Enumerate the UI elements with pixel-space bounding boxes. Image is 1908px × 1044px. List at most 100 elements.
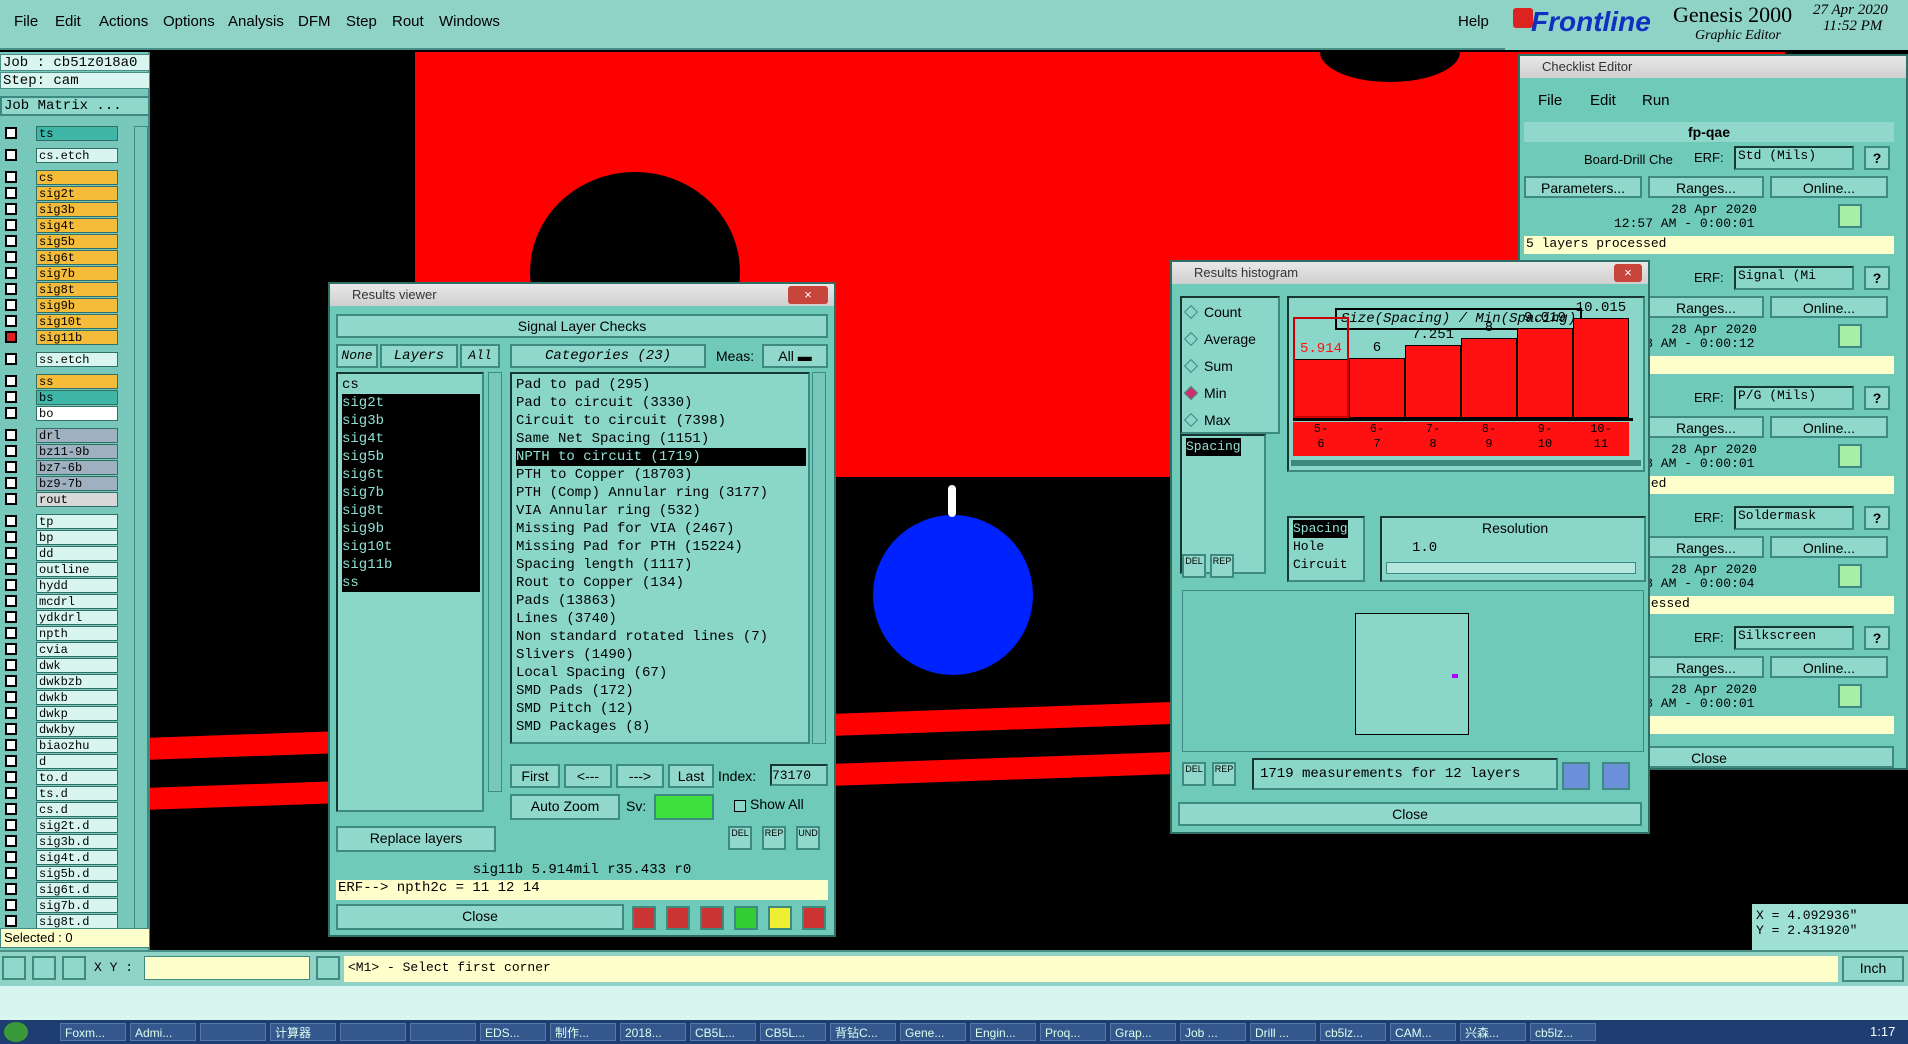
- layers-button[interactable]: Layers: [380, 344, 458, 368]
- zoom-icon[interactable]: [1838, 324, 1862, 348]
- category-item[interactable]: Missing Pad for PTH (15224): [516, 538, 743, 556]
- layer-name[interactable]: sig7b.d: [36, 898, 118, 913]
- zoom-out-icon[interactable]: [1602, 762, 1630, 790]
- layer-checkbox[interactable]: [5, 915, 17, 927]
- layer-name[interactable]: sig3b: [36, 202, 118, 217]
- results-layer-item[interactable]: sig9b: [342, 520, 480, 538]
- layer-row[interactable]: sig3b.d: [0, 834, 122, 849]
- layer-name[interactable]: npth: [36, 626, 118, 641]
- layer-row[interactable]: sig2t: [0, 186, 122, 201]
- layer-name[interactable]: cs: [36, 170, 118, 185]
- radio-icon[interactable]: [1183, 331, 1199, 347]
- measure-tool-icon[interactable]: [32, 956, 56, 980]
- layer-row[interactable]: cs.d: [0, 802, 122, 817]
- layer-checkbox[interactable]: [5, 787, 17, 799]
- xy-input[interactable]: [144, 956, 310, 980]
- checklist-menu-edit[interactable]: Edit: [1590, 92, 1616, 109]
- all-button[interactable]: All: [460, 344, 500, 368]
- layer-name[interactable]: mcdrl: [36, 594, 118, 609]
- layer-name[interactable]: ydkdrl: [36, 610, 118, 625]
- rep-icon[interactable]: REP: [1212, 762, 1236, 786]
- results-layer-item[interactable]: sig6t: [342, 466, 480, 484]
- layer-name[interactable]: dwkbzb: [36, 674, 118, 689]
- category-item[interactable]: Slivers (1490): [516, 646, 634, 664]
- layer-checkbox[interactable]: [5, 493, 17, 505]
- erf-value[interactable]: Silkscreen: [1734, 626, 1854, 650]
- sv-color-dropdown[interactable]: [654, 794, 714, 820]
- layer-name[interactable]: sig3b.d: [36, 834, 118, 849]
- checklist-menu-file[interactable]: File: [1538, 92, 1562, 109]
- stat-option-sum[interactable]: Sum: [1183, 358, 1233, 374]
- ranges-button[interactable]: Ranges...: [1648, 656, 1764, 678]
- replace-layers-dropdown[interactable]: Replace layers: [336, 826, 496, 852]
- layer-name[interactable]: ss.etch: [36, 352, 118, 367]
- layer-checkbox[interactable]: [5, 659, 17, 671]
- taskbar-item[interactable]: 兴森...: [1460, 1023, 1526, 1041]
- layer-name[interactable]: sig2t.d: [36, 818, 118, 833]
- stat-option-max[interactable]: Max: [1183, 412, 1230, 428]
- job-matrix-button[interactable]: Job Matrix ...: [0, 96, 150, 116]
- category-item[interactable]: Circuit to circuit (7398): [516, 412, 726, 430]
- checklist-menu-run[interactable]: Run: [1642, 92, 1670, 109]
- menu-analysis[interactable]: Analysis: [228, 13, 284, 30]
- layer-row[interactable]: to.d: [0, 770, 122, 785]
- layer-name[interactable]: cs.etch: [36, 148, 118, 163]
- zoom-icon[interactable]: [1838, 204, 1862, 228]
- layer-row[interactable]: ss: [0, 374, 122, 389]
- layer-name[interactable]: ss: [36, 374, 118, 389]
- layer-row[interactable]: mcdrl: [0, 594, 122, 609]
- menu-step[interactable]: Step: [346, 13, 377, 30]
- layer-row[interactable]: bz9-7b: [0, 476, 122, 491]
- layer-name[interactable]: sig10t: [36, 314, 118, 329]
- resolution-slider[interactable]: [1386, 562, 1636, 574]
- layer-row[interactable]: rout: [0, 492, 122, 507]
- layer-row[interactable]: dwkp: [0, 706, 122, 721]
- start-icon[interactable]: [4, 1022, 28, 1042]
- layer-row[interactable]: ydkdrl: [0, 610, 122, 625]
- layer-row[interactable]: dd: [0, 546, 122, 561]
- layer-checkbox[interactable]: [5, 235, 17, 247]
- erf-value[interactable]: Soldermask: [1734, 506, 1854, 530]
- del-icon[interactable]: DEL: [728, 826, 752, 850]
- layer-row[interactable]: cs.etch: [0, 148, 122, 163]
- none-button[interactable]: None: [336, 344, 378, 368]
- help-icon[interactable]: ?: [1864, 506, 1890, 530]
- del-icon[interactable]: DEL: [1182, 762, 1206, 786]
- layer-checkbox[interactable]: [5, 899, 17, 911]
- results-layer-item[interactable]: sig3b: [342, 412, 480, 430]
- category-item[interactable]: Spacing length (1117): [516, 556, 692, 574]
- parameters-button[interactable]: Parameters...: [1524, 176, 1642, 198]
- layer-row[interactable]: cvia: [0, 642, 122, 657]
- results-layer-item[interactable]: ss: [342, 574, 480, 592]
- layer-checkbox[interactable]: [5, 353, 17, 365]
- layer-name[interactable]: hydd: [36, 578, 118, 593]
- flag-icon[interactable]: [632, 906, 656, 930]
- layer-list-scrollbar[interactable]: [134, 126, 148, 944]
- taskbar-item[interactable]: [200, 1023, 266, 1041]
- category-item[interactable]: SMD Packages (8): [516, 718, 650, 736]
- res-item-circuit[interactable]: Circuit: [1293, 556, 1348, 574]
- layer-checkbox[interactable]: [5, 851, 17, 863]
- taskbar-item[interactable]: Engin...: [970, 1023, 1036, 1041]
- layer-checkbox[interactable]: [5, 251, 17, 263]
- layer-row[interactable]: bz11-9b: [0, 444, 122, 459]
- layer-checkbox[interactable]: [5, 643, 17, 655]
- layer-row[interactable]: ts: [0, 126, 122, 141]
- layer-name[interactable]: bs: [36, 390, 118, 405]
- layer-name[interactable]: sig8t: [36, 282, 118, 297]
- category-item[interactable]: Lines (3740): [516, 610, 617, 628]
- layer-name[interactable]: dwk: [36, 658, 118, 673]
- layer-checkbox[interactable]: [5, 803, 17, 815]
- category-item[interactable]: Pad to pad (295): [516, 376, 650, 394]
- units-dropdown[interactable]: Inch: [1842, 956, 1904, 982]
- category-scrollbar[interactable]: [812, 372, 826, 744]
- sort-icon[interactable]: [734, 906, 758, 930]
- stat-option-average[interactable]: Average: [1183, 331, 1256, 347]
- layer-row[interactable]: hydd: [0, 578, 122, 593]
- help-icon[interactable]: ?: [1864, 626, 1890, 650]
- layer-row[interactable]: drl: [0, 428, 122, 443]
- results-layer-item[interactable]: sig5b: [342, 448, 480, 466]
- results-layer-item[interactable]: sig7b: [342, 484, 480, 502]
- layer-checkbox[interactable]: [5, 219, 17, 231]
- layer-checkbox[interactable]: [5, 375, 17, 387]
